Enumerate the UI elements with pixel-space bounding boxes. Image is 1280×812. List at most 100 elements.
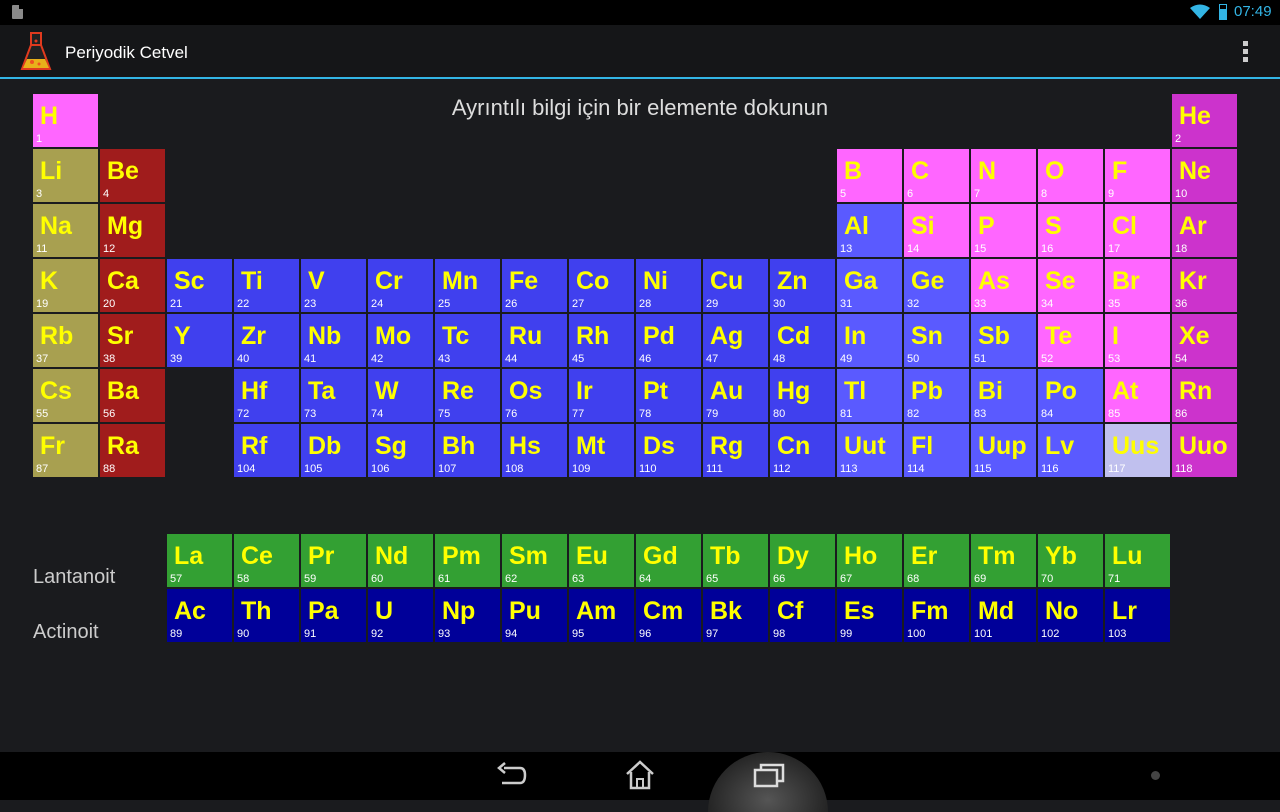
element-cell-sr[interactable]: Sr 38 [100, 314, 165, 367]
element-cell-pu[interactable]: Pu 94 [502, 589, 567, 642]
element-cell-cl[interactable]: Cl 17 [1105, 204, 1170, 257]
element-cell-ho[interactable]: Ho 67 [837, 534, 902, 587]
element-cell-fm[interactable]: Fm 100 [904, 589, 969, 642]
element-cell-ge[interactable]: Ge 32 [904, 259, 969, 312]
element-cell-ca[interactable]: Ca 20 [100, 259, 165, 312]
element-cell-yb[interactable]: Yb 70 [1038, 534, 1103, 587]
element-cell-lu[interactable]: Lu 71 [1105, 534, 1170, 587]
overflow-menu-icon[interactable] [1242, 41, 1250, 65]
element-cell-at[interactable]: At 85 [1105, 369, 1170, 422]
element-cell-ds[interactable]: Ds 110 [636, 424, 701, 477]
element-cell-pm[interactable]: Pm 61 [435, 534, 500, 587]
element-cell-fl[interactable]: Fl 114 [904, 424, 969, 477]
element-cell-mn[interactable]: Mn 25 [435, 259, 500, 312]
element-cell-lv[interactable]: Lv 116 [1038, 424, 1103, 477]
element-cell-co[interactable]: Co 27 [569, 259, 634, 312]
element-cell-te[interactable]: Te 52 [1038, 314, 1103, 367]
element-cell-kr[interactable]: Kr 36 [1172, 259, 1237, 312]
element-cell-rh[interactable]: Rh 45 [569, 314, 634, 367]
element-cell-uus[interactable]: Uus 117 [1105, 424, 1170, 477]
element-cell-hg[interactable]: Hg 80 [770, 369, 835, 422]
element-cell-nb[interactable]: Nb 41 [301, 314, 366, 367]
element-cell-uut[interactable]: Uut 113 [837, 424, 902, 477]
element-cell-pb[interactable]: Pb 82 [904, 369, 969, 422]
element-cell-tm[interactable]: Tm 69 [971, 534, 1036, 587]
element-cell-hf[interactable]: Hf 72 [234, 369, 299, 422]
element-cell-sm[interactable]: Sm 62 [502, 534, 567, 587]
element-cell-tl[interactable]: Tl 81 [837, 369, 902, 422]
element-cell-sg[interactable]: Sg 106 [368, 424, 433, 477]
element-cell-rg[interactable]: Rg 111 [703, 424, 768, 477]
element-cell-as[interactable]: As 33 [971, 259, 1036, 312]
element-cell-pa[interactable]: Pa 91 [301, 589, 366, 642]
element-cell-pd[interactable]: Pd 46 [636, 314, 701, 367]
element-cell-ti[interactable]: Ti 22 [234, 259, 299, 312]
element-cell-xe[interactable]: Xe 54 [1172, 314, 1237, 367]
element-cell-cd[interactable]: Cd 48 [770, 314, 835, 367]
element-cell-uup[interactable]: Uup 115 [971, 424, 1036, 477]
element-cell-sc[interactable]: Sc 21 [167, 259, 232, 312]
element-cell-ag[interactable]: Ag 47 [703, 314, 768, 367]
element-cell-cn[interactable]: Cn 112 [770, 424, 835, 477]
element-cell-fe[interactable]: Fe 26 [502, 259, 567, 312]
element-cell-u[interactable]: U 92 [368, 589, 433, 642]
element-cell-db[interactable]: Db 105 [301, 424, 366, 477]
element-cell-k[interactable]: K 19 [33, 259, 98, 312]
element-cell-re[interactable]: Re 75 [435, 369, 500, 422]
element-cell-y[interactable]: Y 39 [167, 314, 232, 367]
element-cell-no[interactable]: No 102 [1038, 589, 1103, 642]
element-cell-bh[interactable]: Bh 107 [435, 424, 500, 477]
element-cell-n[interactable]: N7 [971, 149, 1036, 202]
element-cell-f[interactable]: F9 [1105, 149, 1170, 202]
recents-icon[interactable] [752, 762, 786, 788]
element-cell-es[interactable]: Es 99 [837, 589, 902, 642]
element-cell-na[interactable]: Na 11 [33, 204, 98, 257]
element-cell-cm[interactable]: Cm 96 [636, 589, 701, 642]
element-cell-lr[interactable]: Lr 103 [1105, 589, 1170, 642]
element-cell-dy[interactable]: Dy 66 [770, 534, 835, 587]
element-cell-i[interactable]: I 53 [1105, 314, 1170, 367]
element-cell-hs[interactable]: Hs 108 [502, 424, 567, 477]
element-cell-se[interactable]: Se 34 [1038, 259, 1103, 312]
element-cell-cs[interactable]: Cs 55 [33, 369, 98, 422]
element-cell-rn[interactable]: Rn 86 [1172, 369, 1237, 422]
element-cell-mg[interactable]: Mg 12 [100, 204, 165, 257]
element-cell-ga[interactable]: Ga 31 [837, 259, 902, 312]
element-cell-ce[interactable]: Ce 58 [234, 534, 299, 587]
element-cell-c[interactable]: C6 [904, 149, 969, 202]
element-cell-rb[interactable]: Rb 37 [33, 314, 98, 367]
element-cell-al[interactable]: Al 13 [837, 204, 902, 257]
element-cell-bi[interactable]: Bi 83 [971, 369, 1036, 422]
element-cell-p[interactable]: P 15 [971, 204, 1036, 257]
element-cell-pr[interactable]: Pr 59 [301, 534, 366, 587]
element-cell-md[interactable]: Md 101 [971, 589, 1036, 642]
element-cell-gd[interactable]: Gd 64 [636, 534, 701, 587]
element-cell-cu[interactable]: Cu 29 [703, 259, 768, 312]
element-cell-rf[interactable]: Rf 104 [234, 424, 299, 477]
element-cell-am[interactable]: Am 95 [569, 589, 634, 642]
element-cell-np[interactable]: Np 93 [435, 589, 500, 642]
element-cell-pt[interactable]: Pt 78 [636, 369, 701, 422]
element-cell-th[interactable]: Th 90 [234, 589, 299, 642]
element-cell-sb[interactable]: Sb 51 [971, 314, 1036, 367]
element-cell-er[interactable]: Er 68 [904, 534, 969, 587]
element-cell-ba[interactable]: Ba 56 [100, 369, 165, 422]
element-cell-la[interactable]: La 57 [167, 534, 232, 587]
element-cell-fr[interactable]: Fr 87 [33, 424, 98, 477]
element-cell-po[interactable]: Po 84 [1038, 369, 1103, 422]
element-cell-cf[interactable]: Cf 98 [770, 589, 835, 642]
element-cell-eu[interactable]: Eu 63 [569, 534, 634, 587]
element-cell-ni[interactable]: Ni 28 [636, 259, 701, 312]
element-cell-cr[interactable]: Cr 24 [368, 259, 433, 312]
element-cell-tc[interactable]: Tc 43 [435, 314, 500, 367]
element-cell-nd[interactable]: Nd 60 [368, 534, 433, 587]
element-cell-ar[interactable]: Ar 18 [1172, 204, 1237, 257]
element-cell-br[interactable]: Br 35 [1105, 259, 1170, 312]
element-cell-w[interactable]: W 74 [368, 369, 433, 422]
element-cell-os[interactable]: Os 76 [502, 369, 567, 422]
element-cell-he[interactable]: He 2 [1172, 94, 1237, 147]
element-cell-ir[interactable]: Ir 77 [569, 369, 634, 422]
element-cell-uuo[interactable]: Uuo 118 [1172, 424, 1237, 477]
element-cell-bk[interactable]: Bk 97 [703, 589, 768, 642]
element-cell-ru[interactable]: Ru 44 [502, 314, 567, 367]
